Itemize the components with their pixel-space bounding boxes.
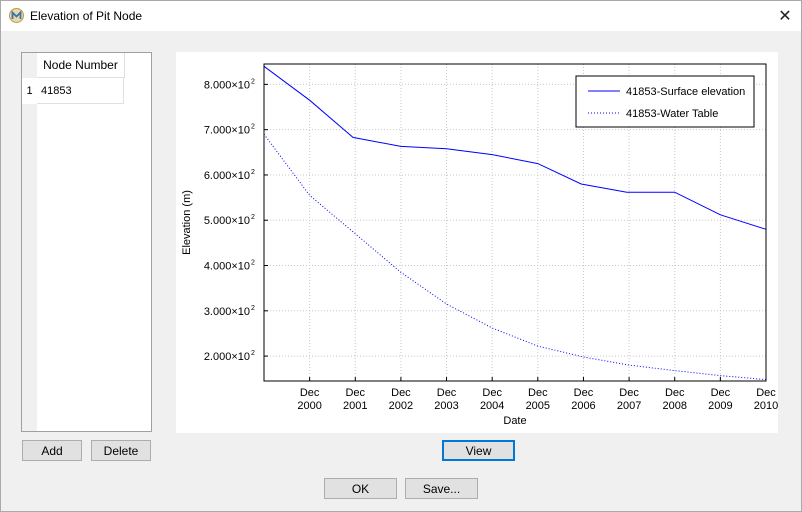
x-tick-year: 2003: [434, 400, 458, 412]
close-icon: ✕: [778, 7, 792, 25]
y-tick-label: 8.000×10: [204, 79, 250, 91]
legend-label: 41853-Water Table: [626, 108, 718, 120]
x-tick-year: 2001: [343, 400, 367, 412]
chart-panel: 2.000×10 2 3.000×10 2 4.000×10 2 5.000×10 2 6.00…: [176, 52, 778, 433]
x-tick-month: Dec: [574, 387, 594, 399]
row-header-column: [22, 53, 37, 431]
delete-button[interactable]: Delete: [91, 440, 151, 461]
add-button[interactable]: Add: [22, 440, 82, 461]
y-tick-label: 7.000×10: [204, 125, 250, 137]
window-title: Elevation of Pit Node: [30, 9, 143, 23]
x-tick-month: Dec: [528, 387, 548, 399]
x-tick-year: 2000: [297, 400, 321, 412]
title-bar: Elevation of Pit Node ✕: [0, 0, 802, 31]
x-tick-month: Dec: [482, 387, 502, 399]
y-tick-label: 6.000×10: [204, 170, 250, 182]
x-tick-year: 2002: [389, 400, 413, 412]
y-tick-exponent: 2: [251, 350, 255, 357]
x-axis-label: Date: [503, 415, 526, 427]
x-tick-year: 2006: [571, 400, 595, 412]
x-tick-month: Dec: [665, 387, 685, 399]
x-tick-month: Dec: [619, 387, 639, 399]
chart-legend: 41853-Surface elevation 41853-Water Table: [575, 75, 755, 128]
x-tick-month: Dec: [391, 387, 411, 399]
y-tick-exponent: 2: [251, 214, 255, 221]
close-button[interactable]: ✕: [768, 0, 802, 31]
elevation-chart: 2.000×10 23.000×10 24.000×10 25.000×10 26.00…: [181, 63, 778, 427]
column-header-node-number[interactable]: Node Number: [37, 53, 125, 78]
y-tick-exponent: 2: [251, 124, 255, 131]
x-tick-year: 2005: [526, 400, 550, 412]
save-button[interactable]: Save...: [405, 478, 478, 499]
x-tick-year: 2004: [480, 400, 504, 412]
view-button[interactable]: View: [442, 440, 515, 461]
x-tick-month: Dec: [437, 387, 457, 399]
y-tick-label: 3.000×10: [204, 306, 250, 318]
x-tick-year: 2009: [708, 400, 732, 412]
x-tick-month: Dec: [711, 387, 731, 399]
ok-button[interactable]: OK: [324, 478, 397, 499]
y-axis-ticks: 2.000×10 23.000×10 24.000×10 25.000×10 26.00…: [204, 78, 268, 363]
app-logo-icon: [9, 8, 24, 23]
x-tick-month: Dec: [345, 387, 365, 399]
legend-label: 41853-Surface elevation: [626, 86, 745, 98]
x-tick-month: Dec: [300, 387, 320, 399]
y-tick-exponent: 2: [251, 260, 255, 267]
x-axis-ticks: Dec2000Dec2001Dec2002Dec2003Dec2004Dec20…: [297, 377, 778, 412]
y-tick-exponent: 2: [251, 305, 255, 312]
y-tick-label: 4.000×10: [204, 261, 250, 273]
row-number[interactable]: 1: [22, 78, 37, 104]
y-tick-exponent: 2: [251, 169, 255, 176]
x-tick-year: 2010: [754, 400, 778, 412]
y-tick-label: 2.000×10: [204, 351, 250, 363]
x-tick-month: Dec: [756, 387, 776, 399]
table-cell-node-number[interactable]: 41853: [37, 78, 124, 104]
y-tick-label: 5.000×10: [204, 215, 250, 227]
y-tick-exponent: 2: [251, 78, 255, 85]
x-tick-year: 2007: [617, 400, 641, 412]
x-tick-year: 2008: [662, 400, 686, 412]
node-table[interactable]: Node Number 1 41853: [21, 52, 152, 432]
series-line-water-table: [263, 133, 767, 381]
y-axis-label: Elevation (m): [181, 190, 193, 255]
